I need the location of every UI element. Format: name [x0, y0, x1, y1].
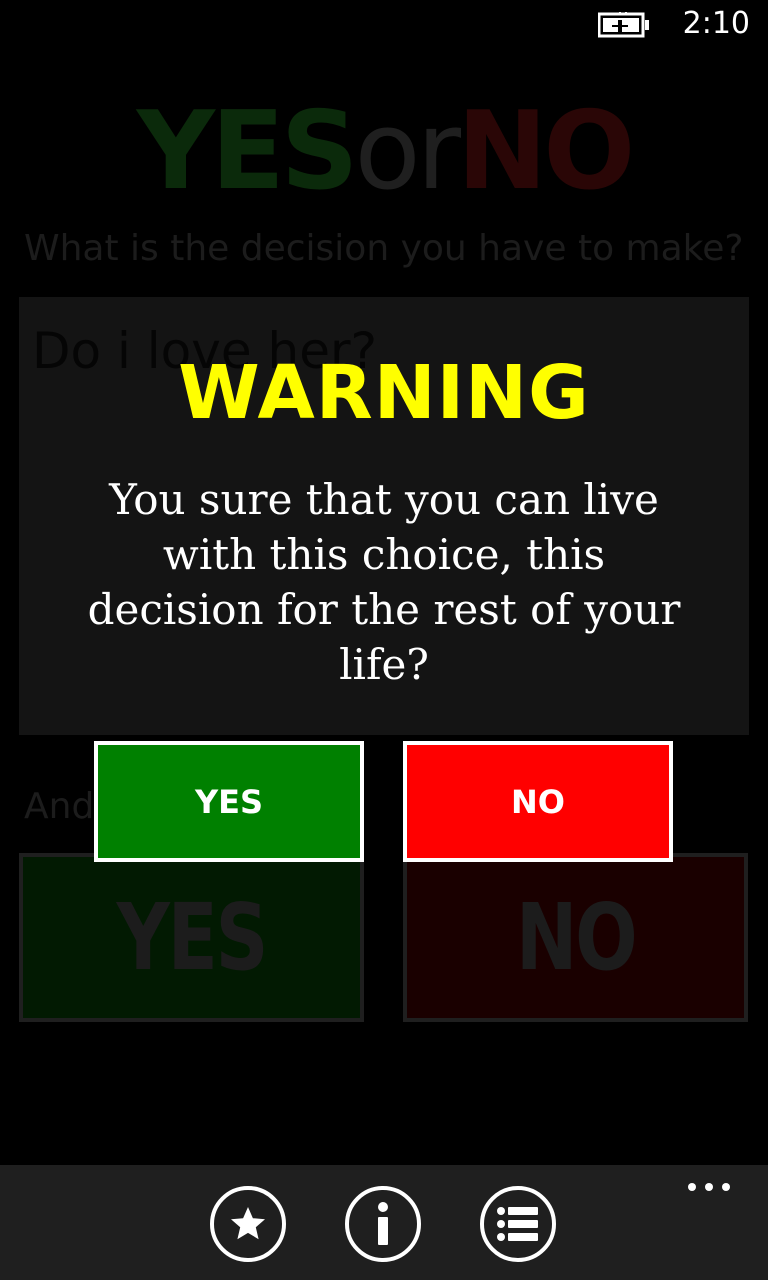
app-title-or: or: [354, 89, 462, 214]
answer-label: And: [24, 786, 95, 827]
info-icon: [378, 1202, 388, 1245]
question-label: What is the decision you have to make?: [24, 228, 744, 269]
app-title-no: NO: [457, 89, 635, 214]
favorite-button[interactable]: [210, 1186, 286, 1262]
background-no-label: NO: [515, 884, 638, 991]
app-title-yes: YES: [136, 89, 359, 214]
background-yes-button: YES: [19, 853, 364, 1022]
app-bar: [0, 1165, 768, 1280]
dialog-title: WARNING: [178, 350, 590, 436]
star-icon: [231, 1207, 265, 1240]
app-title: YESorNO: [0, 92, 768, 212]
info-button[interactable]: [345, 1186, 421, 1262]
dialog-yes-label: YES: [194, 782, 264, 821]
more-dots-icon[interactable]: [686, 1179, 732, 1195]
background-yes-label: YES: [116, 884, 269, 991]
dialog-yes-button[interactable]: YES: [94, 741, 364, 862]
dialog-no-button[interactable]: NO: [403, 741, 673, 862]
dialog-message: You sure that you can live with this cho…: [87, 475, 681, 689]
background-no-button: NO: [403, 853, 748, 1022]
battery-charging-icon: [598, 12, 649, 38]
list-button[interactable]: [480, 1186, 556, 1262]
dialog-no-label: NO: [511, 782, 565, 821]
list-icon: [497, 1207, 538, 1241]
clock: 2:10: [682, 6, 750, 41]
status-bar: 2:10: [0, 0, 768, 50]
